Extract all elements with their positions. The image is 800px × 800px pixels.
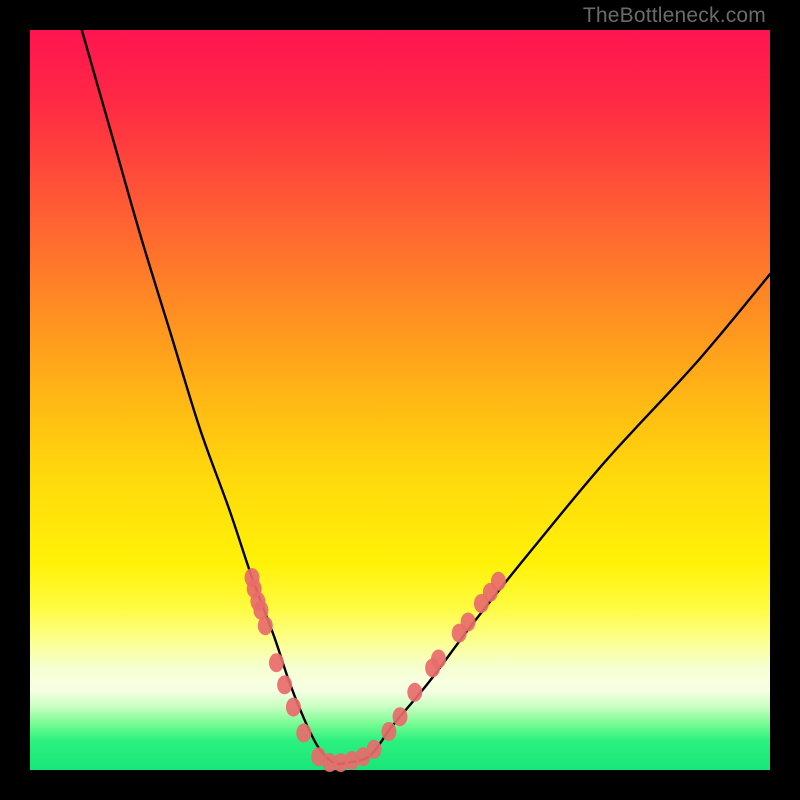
highlight-dot <box>407 683 422 702</box>
highlight-dot <box>461 613 476 632</box>
highlight-dot <box>296 724 311 743</box>
highlight-dot <box>269 653 284 672</box>
highlight-dot <box>277 675 292 694</box>
bottleneck-curve <box>82 30 770 764</box>
highlight-dot <box>286 698 301 717</box>
highlight-dot <box>381 722 396 741</box>
watermark-text: TheBottleneck.com <box>583 4 766 28</box>
highlight-dot <box>367 740 382 759</box>
chart-frame: TheBottleneck.com <box>0 0 800 800</box>
highlight-dot <box>258 616 273 635</box>
chart-svg <box>30 30 770 770</box>
highlight-dot <box>491 572 506 591</box>
highlight-dots <box>245 568 506 772</box>
highlight-dot <box>431 650 446 669</box>
highlight-dot <box>393 707 408 726</box>
